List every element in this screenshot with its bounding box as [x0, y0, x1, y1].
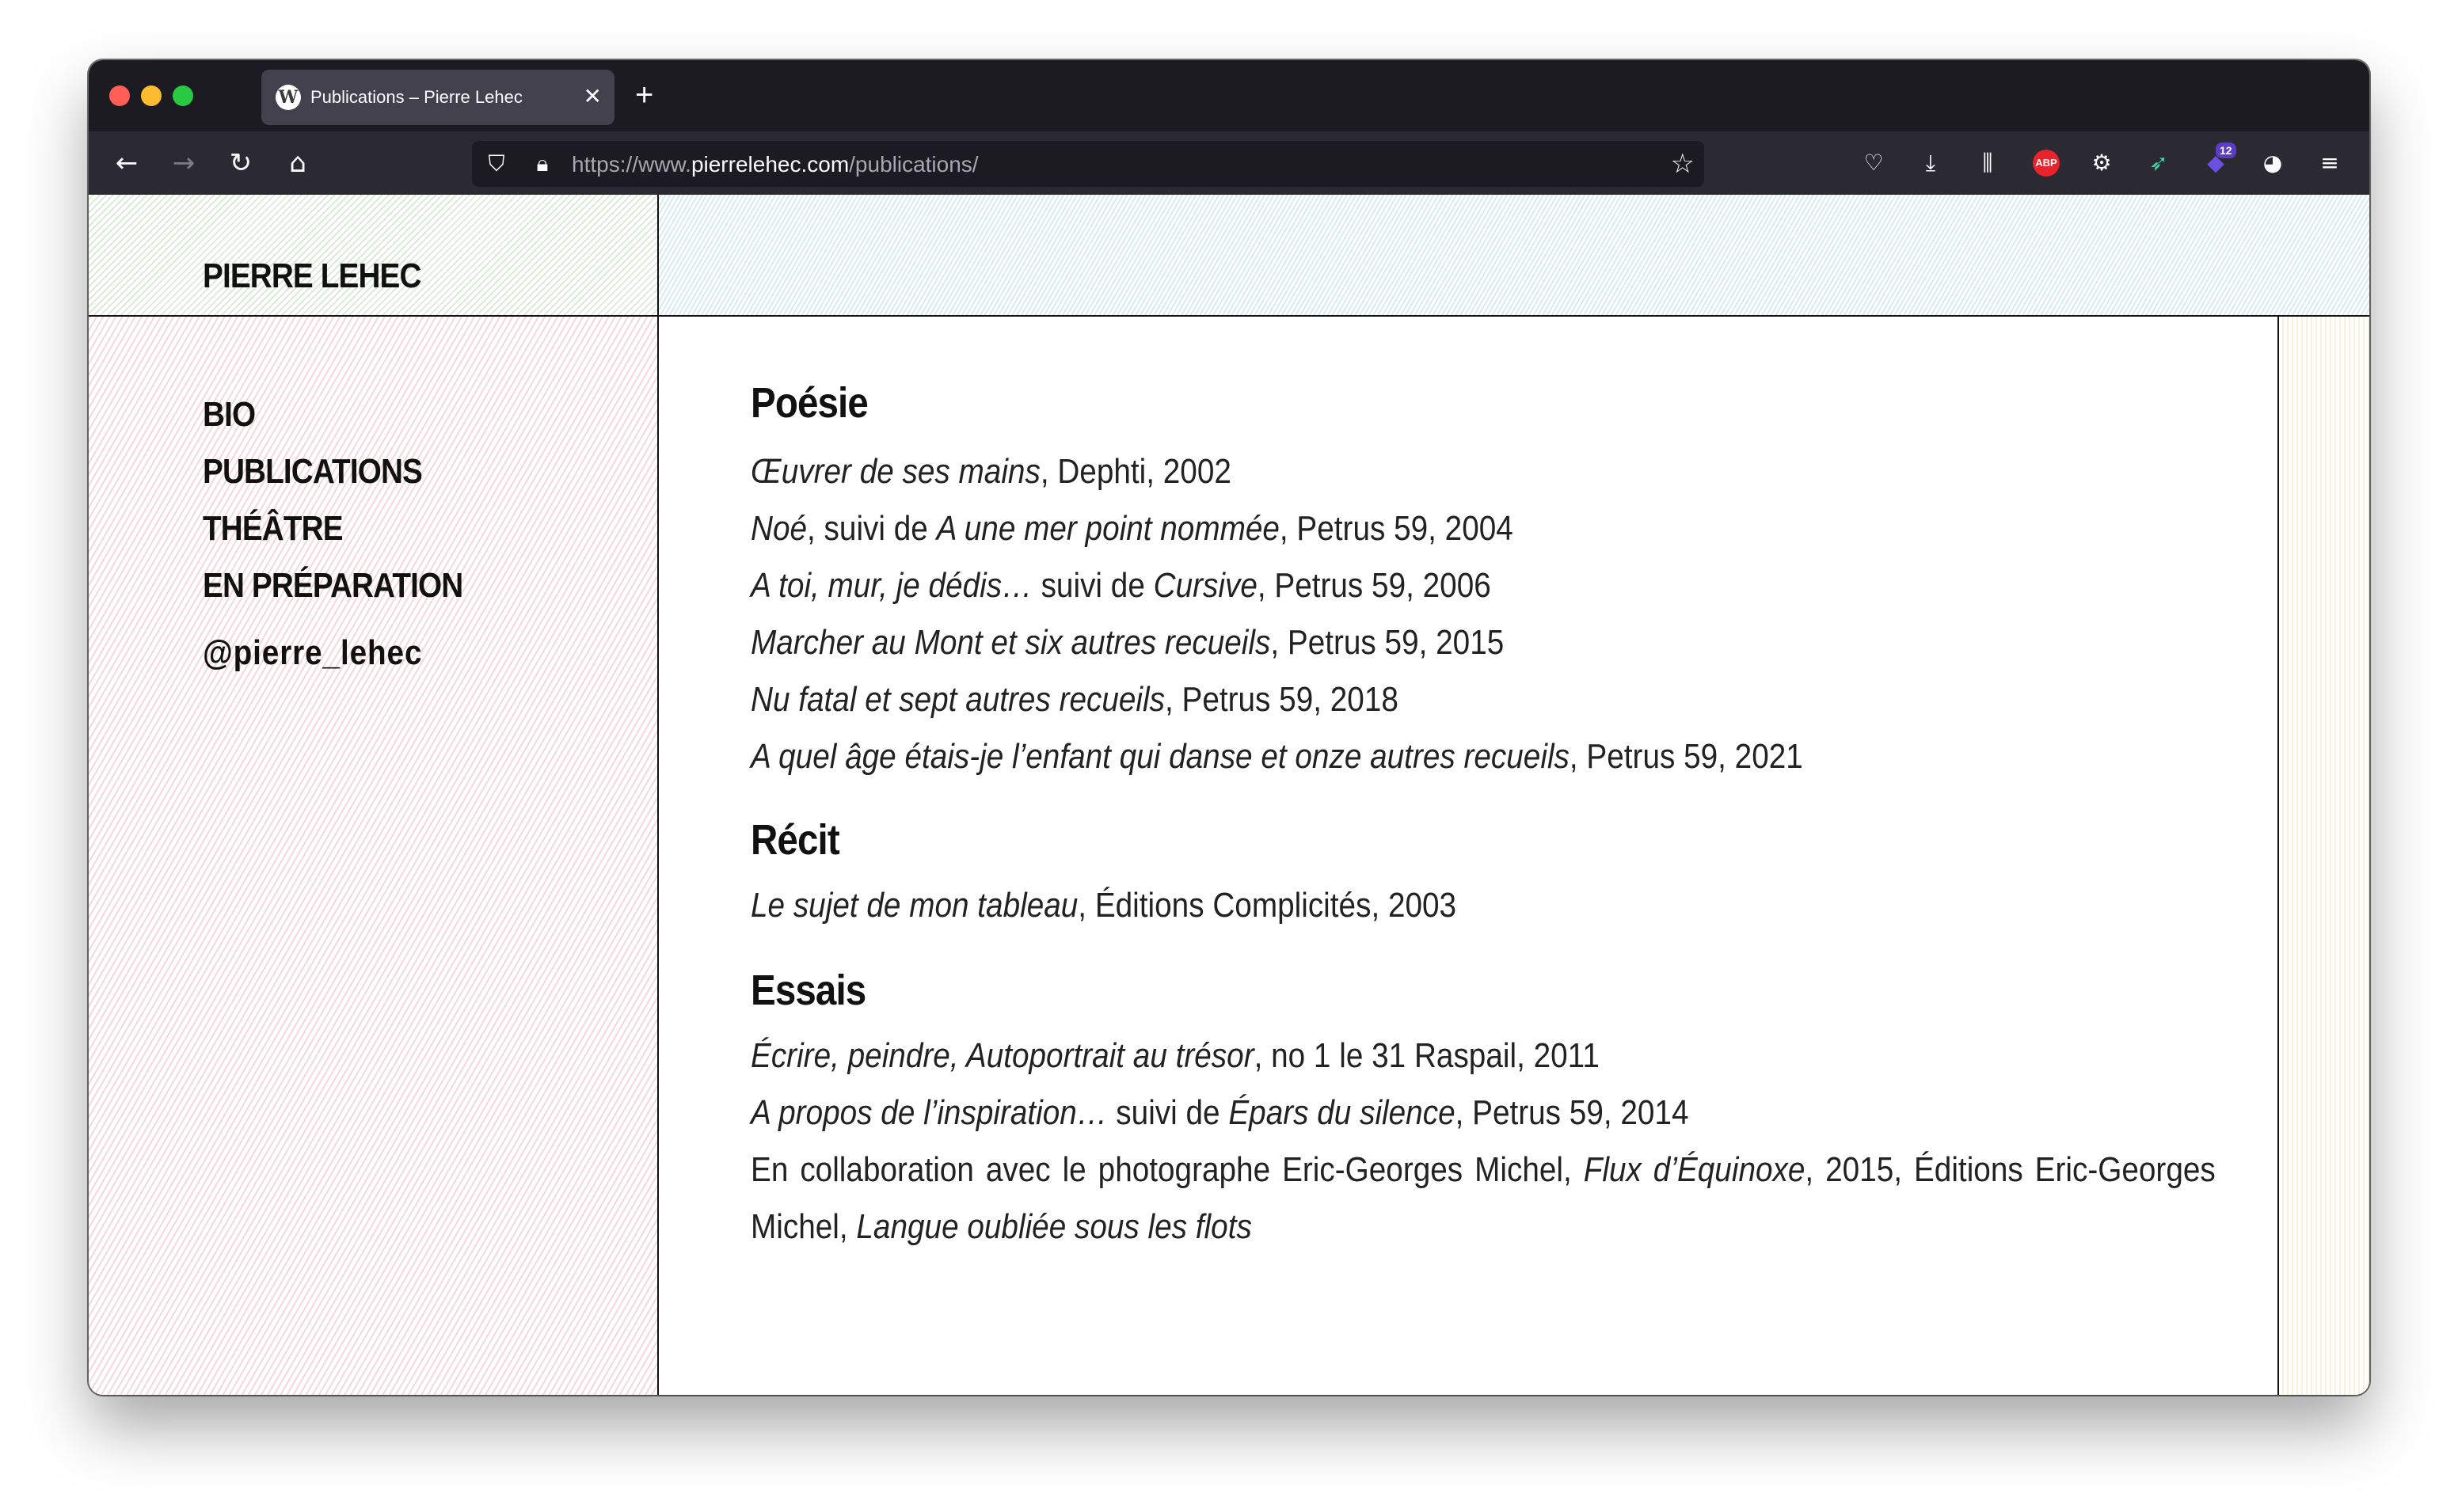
library-icon[interactable]: ⫼ [1972, 147, 2003, 179]
publication-entry: En collaboration avec le photographe Eri… [751, 1150, 2216, 1246]
publication-entry: Marcher au Mont et six autres recueils, … [751, 623, 1505, 662]
site-header-pattern [659, 195, 2369, 317]
gear-extension-icon[interactable]: ⚙ [2086, 147, 2117, 179]
forward-arrow-icon[interactable]: → [165, 144, 203, 182]
extension-with-badge-icon[interactable]: ◆ 12 [2200, 142, 2236, 179]
sidebar: BIO PUBLICATIONS THÉÂTRE EN PRÉPARATION … [89, 317, 659, 1395]
publication-entry: Nu fatal et sept autres recueils, Petrus… [751, 680, 1398, 719]
twitter-handle-link[interactable]: @pierre_lehec [203, 633, 422, 673]
downloads-icon[interactable]: ⤓ [1915, 147, 1946, 179]
tab-title: Publications – Pierre Lehec [310, 87, 523, 107]
main-menu: BIO PUBLICATIONS THÉÂTRE EN PRÉPARATION [203, 386, 498, 614]
hamburger-menu-icon[interactable]: ≡ [2314, 147, 2346, 179]
site-header-left: PIERRE LEHEC [89, 195, 659, 317]
navigation-toolbar: ← → ↻ ⌂ ⛉ 🔒︎ https://www.pierrelehec.com… [89, 131, 2369, 195]
publication-entry: Le sujet de mon tableau, Éditions Compli… [751, 886, 1457, 925]
close-tab-icon[interactable]: ✕ [584, 82, 602, 111]
tab-publications[interactable]: W Publications – Pierre Lehec ✕ [261, 70, 614, 125]
minimize-window-button[interactable] [141, 85, 162, 106]
url-text[interactable]: https://www.pierrelehec.com/publications… [572, 152, 979, 177]
section-heading-recit: Récit [751, 816, 840, 864]
address-bar[interactable]: ⛉ 🔒︎ https://www.pierrelehec.com/publica… [472, 141, 1704, 187]
publication-entry: A propos de l’inspiration… suivi de Épar… [751, 1093, 1689, 1132]
publication-entry: Noé, suivi de A une mer point nommée, Pe… [751, 509, 1513, 548]
web-page: PIERRE LEHEC BIO PUBLICATIONS THÉÂTRE EN… [89, 195, 2369, 1395]
close-window-button[interactable] [109, 85, 130, 106]
tracking-shield-icon[interactable]: ⛉ [481, 149, 512, 179]
menu-item-publications[interactable]: PUBLICATIONS [203, 443, 462, 500]
menu-item-bio[interactable]: BIO [203, 386, 462, 443]
site-title-link[interactable]: PIERRE LEHEC [203, 256, 421, 296]
profile-extension-icon[interactable]: ◕ [2257, 147, 2289, 179]
browser-window: W Publications – Pierre Lehec ✕ + ← → ↻ … [89, 60, 2369, 1395]
bookmark-star-icon[interactable]: ☆ [1671, 147, 1695, 180]
menu-item-theatre[interactable]: THÉÂTRE [203, 500, 462, 557]
publication-entry: A quel âge étais-je l’enfant qui danse e… [751, 737, 1803, 776]
maximize-window-button[interactable] [173, 85, 193, 106]
adblock-icon[interactable]: ABP [2033, 150, 2060, 177]
wordpress-icon: W [276, 85, 301, 110]
menu-item-en-preparation[interactable]: EN PRÉPARATION [203, 557, 463, 614]
lock-icon[interactable]: 🔒︎ [527, 149, 557, 179]
notification-badge: 12 [2216, 142, 2236, 158]
new-tab-button[interactable]: + [635, 74, 653, 116]
publication-entry: Œuvrer de ses mains, Dephti, 2002 [751, 452, 1231, 491]
bird-extension-icon[interactable]: ➶ [2143, 147, 2175, 179]
right-pattern-strip [2277, 317, 2369, 1395]
tab-bar: W Publications – Pierre Lehec ✕ + [89, 60, 2369, 131]
section-heading-essais: Essais [751, 967, 866, 1014]
back-arrow-icon[interactable]: ← [108, 144, 146, 182]
home-icon[interactable]: ⌂ [279, 144, 317, 182]
section-heading-poesie: Poésie [751, 379, 869, 427]
publication-entry: A toi, mur, je dédis… suivi de Cursive, … [751, 566, 1491, 605]
reload-icon[interactable]: ↻ [222, 144, 260, 182]
publication-entry: Écrire, peindre, Autoportrait au trésor,… [751, 1036, 1600, 1075]
pocket-icon[interactable]: ♡ [1858, 147, 1889, 179]
